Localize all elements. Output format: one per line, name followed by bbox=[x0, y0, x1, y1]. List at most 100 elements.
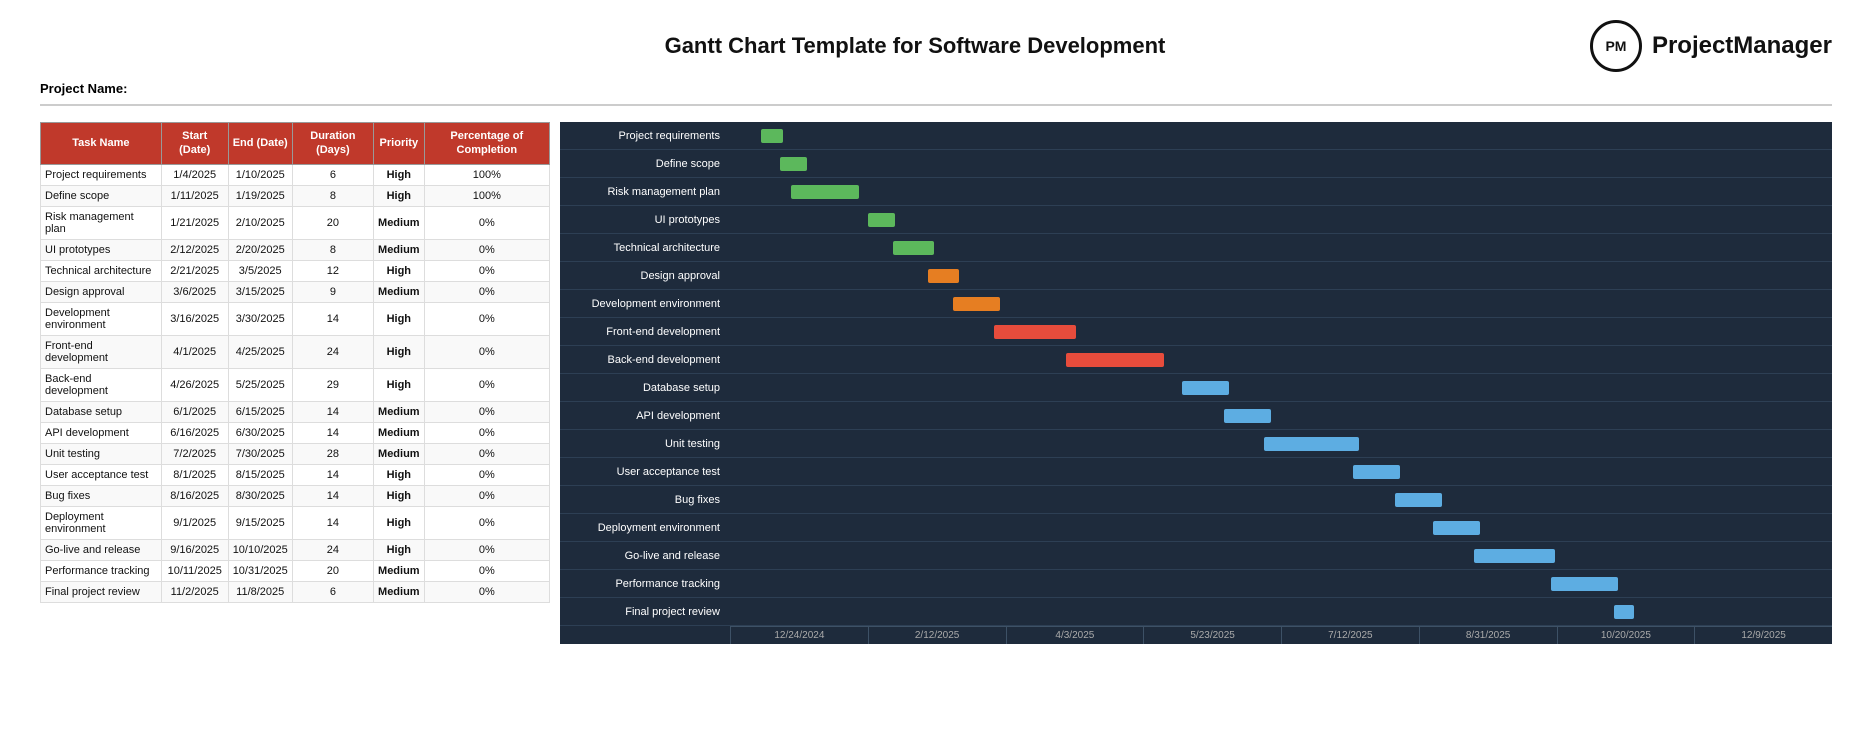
task-table: Task Name Start (Date) End (Date) Durati… bbox=[40, 122, 550, 603]
col-pct: Percentage of Completion bbox=[424, 123, 549, 165]
gantt-row-label: Performance tracking bbox=[560, 578, 730, 590]
task-name: Final project review bbox=[41, 581, 162, 602]
gantt-row-label: API development bbox=[560, 410, 730, 422]
task-priority: High bbox=[374, 368, 425, 401]
gantt-axis-label: 4/3/2025 bbox=[1006, 627, 1144, 644]
task-duration: 14 bbox=[292, 302, 373, 335]
table-row: Go-live and release 9/16/2025 10/10/2025… bbox=[41, 539, 550, 560]
gantt-row: Technical architecture bbox=[560, 234, 1832, 262]
task-table-container: Task Name Start (Date) End (Date) Durati… bbox=[40, 122, 550, 644]
task-name: Development environment bbox=[41, 302, 162, 335]
gantt-row: Risk management plan bbox=[560, 178, 1832, 206]
task-duration: 6 bbox=[292, 164, 373, 185]
gantt-bars-area bbox=[730, 570, 1832, 598]
gantt-row-label: UI prototypes bbox=[560, 214, 730, 226]
gantt-row-label: Database setup bbox=[560, 382, 730, 394]
task-duration: 9 bbox=[292, 281, 373, 302]
table-row: Design approval 3/6/2025 3/15/2025 9 Med… bbox=[41, 281, 550, 302]
table-row: Deployment environment 9/1/2025 9/15/202… bbox=[41, 506, 550, 539]
gantt-axis-label: 7/12/2025 bbox=[1281, 627, 1419, 644]
task-name: Bug fixes bbox=[41, 485, 162, 506]
task-priority: High bbox=[374, 539, 425, 560]
gantt-bars-area bbox=[730, 542, 1832, 570]
gantt-row-label: Project requirements bbox=[560, 130, 730, 142]
task-priority: High bbox=[374, 260, 425, 281]
task-priority: Medium bbox=[374, 560, 425, 581]
task-end: 4/25/2025 bbox=[228, 335, 292, 368]
task-end: 6/15/2025 bbox=[228, 401, 292, 422]
gantt-bar bbox=[994, 325, 1076, 339]
project-name-row: Project Name: bbox=[20, 77, 1852, 98]
table-row: Back-end development 4/26/2025 5/25/2025… bbox=[41, 368, 550, 401]
task-priority: High bbox=[374, 464, 425, 485]
task-pct: 0% bbox=[424, 560, 549, 581]
table-row: Technical architecture 2/21/2025 3/5/202… bbox=[41, 260, 550, 281]
main-content: Task Name Start (Date) End (Date) Durati… bbox=[20, 112, 1852, 654]
task-start: 4/1/2025 bbox=[161, 335, 228, 368]
col-end-date: End (Date) bbox=[228, 123, 292, 165]
gantt-axis-label: 2/12/2025 bbox=[868, 627, 1006, 644]
gantt-row-label: Front-end development bbox=[560, 326, 730, 338]
task-name: Design approval bbox=[41, 281, 162, 302]
header-divider bbox=[40, 104, 1832, 106]
gantt-bar bbox=[1614, 605, 1634, 619]
task-priority: Medium bbox=[374, 422, 425, 443]
gantt-bar bbox=[1551, 577, 1618, 591]
task-start: 9/1/2025 bbox=[161, 506, 228, 539]
gantt-bars-area bbox=[730, 346, 1832, 374]
task-end: 11/8/2025 bbox=[228, 581, 292, 602]
task-end: 2/20/2025 bbox=[228, 239, 292, 260]
task-duration: 8 bbox=[292, 239, 373, 260]
task-pct: 0% bbox=[424, 485, 549, 506]
task-start: 1/4/2025 bbox=[161, 164, 228, 185]
gantt-bar bbox=[791, 185, 859, 199]
task-priority: High bbox=[374, 485, 425, 506]
gantt-row-label: Bug fixes bbox=[560, 494, 730, 506]
task-start: 1/21/2025 bbox=[161, 206, 228, 239]
gantt-axis-label: 12/24/2024 bbox=[730, 627, 868, 644]
task-name: Technical architecture bbox=[41, 260, 162, 281]
gantt-axis-label: 8/31/2025 bbox=[1419, 627, 1557, 644]
task-end: 8/30/2025 bbox=[228, 485, 292, 506]
gantt-row-label: Technical architecture bbox=[560, 242, 730, 254]
task-end: 10/10/2025 bbox=[228, 539, 292, 560]
task-pct: 0% bbox=[424, 206, 549, 239]
gantt-bar bbox=[1066, 353, 1164, 367]
task-pct: 100% bbox=[424, 164, 549, 185]
gantt-bars-area bbox=[730, 598, 1832, 626]
gantt-row: Define scope bbox=[560, 150, 1832, 178]
task-priority: High bbox=[374, 506, 425, 539]
task-start: 2/21/2025 bbox=[161, 260, 228, 281]
gantt-bar bbox=[868, 213, 896, 227]
table-row: Performance tracking 10/11/2025 10/31/20… bbox=[41, 560, 550, 581]
gantt-bar bbox=[928, 269, 959, 283]
task-start: 11/2/2025 bbox=[161, 581, 228, 602]
task-pct: 0% bbox=[424, 335, 549, 368]
task-start: 3/6/2025 bbox=[161, 281, 228, 302]
task-pct: 0% bbox=[424, 302, 549, 335]
task-duration: 6 bbox=[292, 581, 373, 602]
gantt-axis-label: 5/23/2025 bbox=[1143, 627, 1281, 644]
col-priority: Priority bbox=[374, 123, 425, 165]
task-duration: 14 bbox=[292, 422, 373, 443]
logo-name: ProjectManager bbox=[1652, 32, 1832, 60]
task-priority: Medium bbox=[374, 281, 425, 302]
table-row: Unit testing 7/2/2025 7/30/2025 28 Mediu… bbox=[41, 443, 550, 464]
task-name: UI prototypes bbox=[41, 239, 162, 260]
task-end: 3/15/2025 bbox=[228, 281, 292, 302]
logo-icon: PM bbox=[1590, 20, 1642, 72]
task-end: 1/19/2025 bbox=[228, 185, 292, 206]
task-end: 7/30/2025 bbox=[228, 443, 292, 464]
gantt-row: Design approval bbox=[560, 262, 1832, 290]
task-name: Performance tracking bbox=[41, 560, 162, 581]
table-row: Final project review 11/2/2025 11/8/2025… bbox=[41, 581, 550, 602]
gantt-row: Project requirements bbox=[560, 122, 1832, 150]
task-name: User acceptance test bbox=[41, 464, 162, 485]
page-title: Gantt Chart Template for Software Develo… bbox=[240, 33, 1590, 59]
gantt-row-label: Define scope bbox=[560, 158, 730, 170]
gantt-bars-area bbox=[730, 150, 1832, 178]
gantt-bar bbox=[893, 241, 934, 255]
task-start: 9/16/2025 bbox=[161, 539, 228, 560]
task-name: API development bbox=[41, 422, 162, 443]
task-end: 9/15/2025 bbox=[228, 506, 292, 539]
